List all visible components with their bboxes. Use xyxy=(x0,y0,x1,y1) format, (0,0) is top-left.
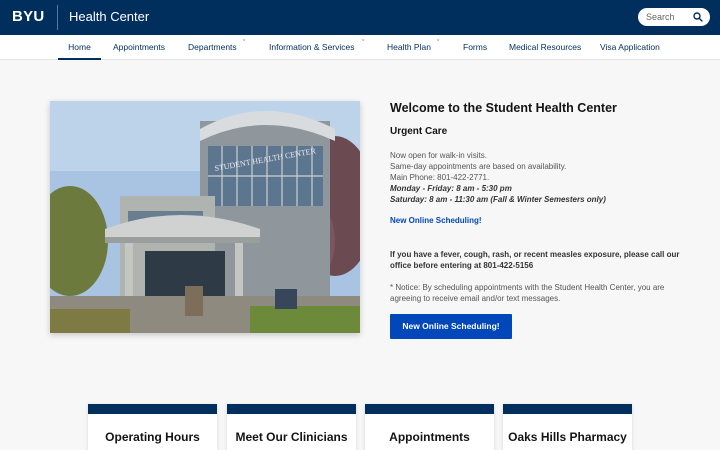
nav-information-services[interactable]: Information & Services xyxy=(269,35,355,60)
nav-appointments[interactable]: Appointments xyxy=(113,35,165,60)
nav-health-plan[interactable]: Health Plan xyxy=(387,35,431,60)
card-title: Oaks Hills Pharmacy xyxy=(508,430,627,444)
card-operating-hours[interactable]: Operating Hours xyxy=(88,404,217,450)
scheduling-notice: * Notice: By scheduling appointments wit… xyxy=(390,283,665,303)
chevron-down-icon[interactable]: ˇ xyxy=(362,40,364,47)
card-top-bar xyxy=(365,404,494,414)
same-day-text: Same-day appointments are based on avail… xyxy=(390,162,567,171)
card-meet-clinicians[interactable]: Meet Our Clinicians xyxy=(227,404,356,450)
byu-logo[interactable]: BYU xyxy=(12,8,45,25)
main-nav: Home Appointments Departments ˇ Informat… xyxy=(0,35,720,60)
card-top-bar xyxy=(88,404,217,414)
walk-in-text: Now open for walk-in visits. xyxy=(390,151,487,160)
search-box[interactable] xyxy=(638,8,710,26)
nav-visa-application[interactable]: Visa Application xyxy=(600,35,660,60)
weekday-hours: Monday - Friday: 8 am - 5:30 pm xyxy=(390,184,512,193)
card-title: Operating Hours xyxy=(105,430,200,444)
card-appointments[interactable]: Appointments xyxy=(365,404,494,450)
online-scheduling-link[interactable]: New Online Scheduling! xyxy=(390,216,482,225)
nav-home[interactable]: Home xyxy=(58,35,101,60)
search-input[interactable] xyxy=(646,9,694,25)
site-title[interactable]: Health Center xyxy=(69,9,149,24)
card-pharmacy[interactable]: Oaks Hills Pharmacy xyxy=(503,404,632,450)
health-center-photo: STUDENT HEALTH CENTER xyxy=(50,101,360,333)
saturday-hours: Saturday: 8 am - 11:30 am (Fall & Winter… xyxy=(390,195,606,204)
card-top-bar xyxy=(503,404,632,414)
top-header: BYU Health Center xyxy=(0,0,720,35)
chevron-down-icon[interactable]: ˇ xyxy=(243,40,245,47)
nav-forms[interactable]: Forms xyxy=(463,35,487,60)
fever-notice: If you have a fever, cough, rash, or rec… xyxy=(390,250,680,270)
card-top-bar xyxy=(227,404,356,414)
nav-medical-resources[interactable]: Medical Resources xyxy=(509,35,581,60)
search-icon[interactable] xyxy=(693,12,703,22)
chevron-down-icon[interactable]: ˇ xyxy=(437,40,439,47)
urgent-care-title: Urgent Care xyxy=(390,126,448,137)
online-scheduling-button[interactable]: New Online Scheduling! xyxy=(390,314,512,339)
welcome-title: Welcome to the Student Health Center xyxy=(390,101,617,115)
header-divider xyxy=(57,5,58,30)
nav-departments[interactable]: Departments xyxy=(188,35,237,60)
card-title: Appointments xyxy=(389,430,470,444)
main-phone-text: Main Phone: 801-422-2771. xyxy=(390,173,490,182)
card-title: Meet Our Clinicians xyxy=(235,430,348,444)
main-content: STUDENT HEALTH CENTER Welcome to the Stu… xyxy=(0,60,720,450)
